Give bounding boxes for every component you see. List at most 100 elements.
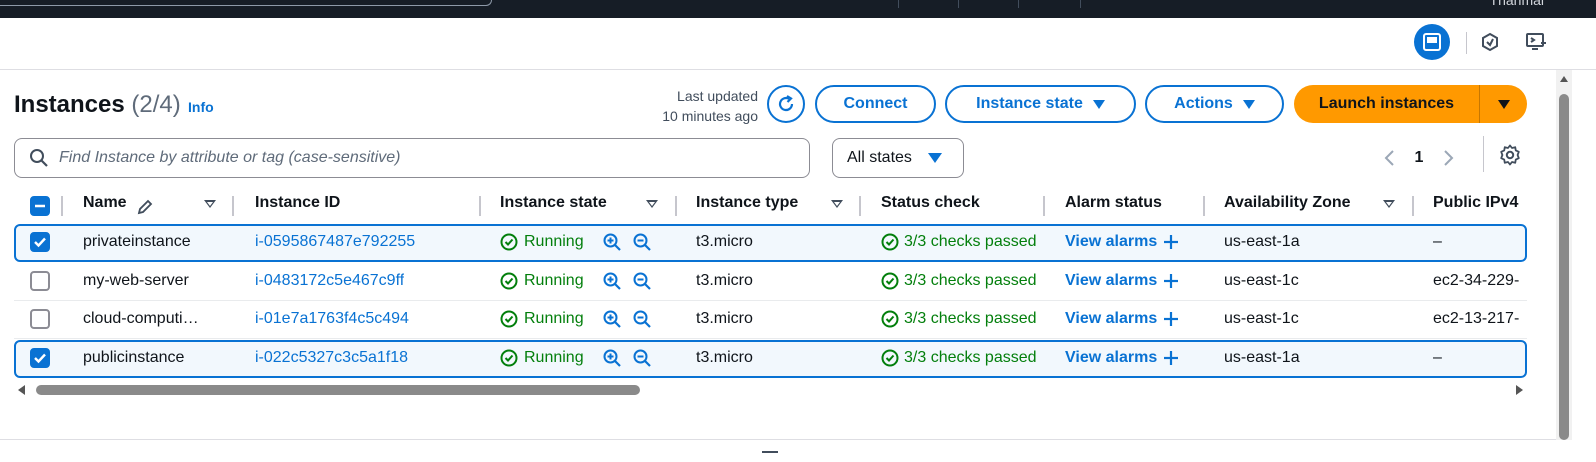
launch-instances-label: Launch instances <box>1318 95 1455 112</box>
nav-divider <box>1080 0 1081 8</box>
status-check-text: 3/3 checks passed <box>904 349 1037 366</box>
table-row[interactable]: my-web-server i-0483172c5e467c9ff Runnin… <box>14 263 1527 301</box>
column-header-instance-type[interactable]: Instance type <box>696 194 798 212</box>
instance-id-link[interactable]: i-0483172c5e467c9ff <box>255 272 404 290</box>
scroll-up-arrow-icon[interactable] <box>1560 76 1568 82</box>
instance-state-text: Running <box>524 349 584 366</box>
top-navigation-bar: Thanmai <box>0 0 1596 18</box>
chevron-right-icon[interactable] <box>1440 148 1456 168</box>
view-alarms-link[interactable]: View alarms <box>1065 310 1179 328</box>
instance-state-text: Running <box>524 310 584 327</box>
instance-state-indicator: Running <box>500 272 584 290</box>
connect-button[interactable]: Connect <box>815 85 936 123</box>
instance-name: publicinstance <box>83 349 185 366</box>
row-checkbox[interactable] <box>30 271 50 291</box>
info-link[interactable]: Info <box>188 99 214 115</box>
sort-caret-icon[interactable] <box>1383 200 1395 208</box>
instance-id-link[interactable]: i-0595867487e792255 <box>255 233 415 251</box>
last-updated-label: Last updated <box>677 88 758 104</box>
success-check-circle-icon <box>500 349 518 367</box>
zoom-in-icon[interactable] <box>602 309 622 329</box>
plus-icon[interactable] <box>1163 311 1179 327</box>
states-filter-value: All states <box>847 149 912 166</box>
zoom-in-icon[interactable] <box>602 348 622 368</box>
chevron-left-icon[interactable] <box>1382 148 1398 168</box>
terminal-monitor-icon <box>1526 33 1546 50</box>
sort-caret-icon[interactable] <box>204 200 216 208</box>
hexagon-icon <box>1482 32 1498 52</box>
instance-state-text: Running <box>524 233 584 250</box>
column-header-instance-state[interactable]: Instance state <box>500 194 607 212</box>
view-alarms-link[interactable]: View alarms <box>1065 272 1179 290</box>
row-checkbox[interactable] <box>30 309 50 329</box>
view-alarms-label: View alarms <box>1065 233 1158 250</box>
column-header-alarm-status[interactable]: Alarm status <box>1065 194 1162 212</box>
settings-gear-icon[interactable] <box>1498 143 1522 167</box>
zoom-out-icon[interactable] <box>632 271 652 291</box>
cloudshell-button[interactable] <box>1518 24 1554 60</box>
zoom-in-icon[interactable] <box>602 232 622 252</box>
refresh-button[interactable] <box>767 85 805 123</box>
scroll-left-arrow-icon[interactable] <box>18 385 25 395</box>
column-divider <box>1203 196 1205 216</box>
plus-icon[interactable] <box>1163 273 1179 289</box>
view-alarms-link[interactable]: View alarms <box>1065 233 1179 251</box>
status-check-text: 3/3 checks passed <box>904 272 1037 289</box>
zoom-out-icon[interactable] <box>632 309 652 329</box>
column-divider <box>1412 196 1414 216</box>
instances-panel: Instances (2/4) Info Last updated 10 min… <box>0 70 1556 440</box>
sort-caret-icon[interactable] <box>831 200 843 208</box>
success-check-circle-icon <box>881 310 899 328</box>
status-check-text: 3/3 checks passed <box>904 233 1037 250</box>
public-ipv4: – <box>1433 349 1442 366</box>
column-divider <box>1043 196 1045 216</box>
bottom-divider <box>0 439 1556 440</box>
plus-icon[interactable] <box>1163 350 1179 366</box>
table-row[interactable]: publicinstance i-022c5327c3c5a1f18 Runni… <box>14 340 1527 378</box>
horizontal-scrollbar[interactable] <box>14 382 1527 398</box>
page-title: Instances (2/4) <box>14 91 181 119</box>
column-header-availability-zone[interactable]: Availability Zone <box>1224 194 1351 212</box>
actions-dropdown[interactable]: Actions <box>1145 85 1284 123</box>
zoom-out-icon[interactable] <box>632 348 652 368</box>
column-divider <box>675 196 677 216</box>
zoom-in-icon[interactable] <box>602 271 622 291</box>
table-row[interactable]: privateinstance i-0595867487e792255 Runn… <box>14 224 1527 262</box>
availability-zone: us-east-1c <box>1224 310 1299 327</box>
row-checkbox[interactable] <box>30 348 50 368</box>
caret-down-icon <box>1242 99 1255 109</box>
account-menu[interactable]: Thanmai <box>1490 0 1544 8</box>
resize-handle-icon[interactable] <box>762 451 778 453</box>
column-header-instance-id[interactable]: Instance ID <box>255 194 340 212</box>
launch-instances-button[interactable]: Launch instances <box>1294 85 1480 123</box>
scroll-right-arrow-icon[interactable] <box>1516 385 1523 395</box>
sort-caret-icon[interactable] <box>646 200 658 208</box>
split-panel-toggle-button[interactable] <box>1414 24 1450 60</box>
instance-search-box <box>14 138 810 178</box>
view-alarms-link[interactable]: View alarms <box>1065 349 1179 367</box>
global-search-box[interactable] <box>0 0 492 6</box>
column-header-name[interactable]: Name <box>83 194 127 212</box>
vertical-scrollbar-thumb[interactable] <box>1559 94 1569 440</box>
resource-explorer-button[interactable] <box>1472 24 1508 60</box>
scrollbar-thumb[interactable] <box>36 385 640 395</box>
column-header-public-ipv4[interactable]: Public IPv4 <box>1433 194 1518 212</box>
vertical-scrollbar[interactable] <box>1556 70 1572 440</box>
table-row[interactable]: cloud-computi… i-01e7a1763f4c5c494 Runni… <box>14 301 1527 339</box>
instance-id-link[interactable]: i-022c5327c3c5a1f18 <box>255 349 408 367</box>
instance-id-link[interactable]: i-01e7a1763f4c5c494 <box>255 310 409 328</box>
nav-divider <box>1018 0 1019 8</box>
status-check-indicator: 3/3 checks passed <box>881 349 1043 367</box>
instance-state-label: Instance state <box>976 95 1083 112</box>
plus-icon[interactable] <box>1163 234 1179 250</box>
column-header-status-check[interactable]: Status check <box>881 194 980 212</box>
states-filter-select[interactable]: All states <box>832 138 964 178</box>
instance-state-dropdown[interactable]: Instance state <box>945 85 1136 123</box>
row-checkbox[interactable] <box>30 232 50 252</box>
pager-divider <box>1483 136 1484 172</box>
select-all-checkbox[interactable] <box>30 196 50 216</box>
zoom-out-icon[interactable] <box>632 232 652 252</box>
page-number[interactable]: 1 <box>1406 149 1432 167</box>
launch-options-dropdown[interactable] <box>1480 85 1527 123</box>
search-input[interactable] <box>59 149 779 167</box>
